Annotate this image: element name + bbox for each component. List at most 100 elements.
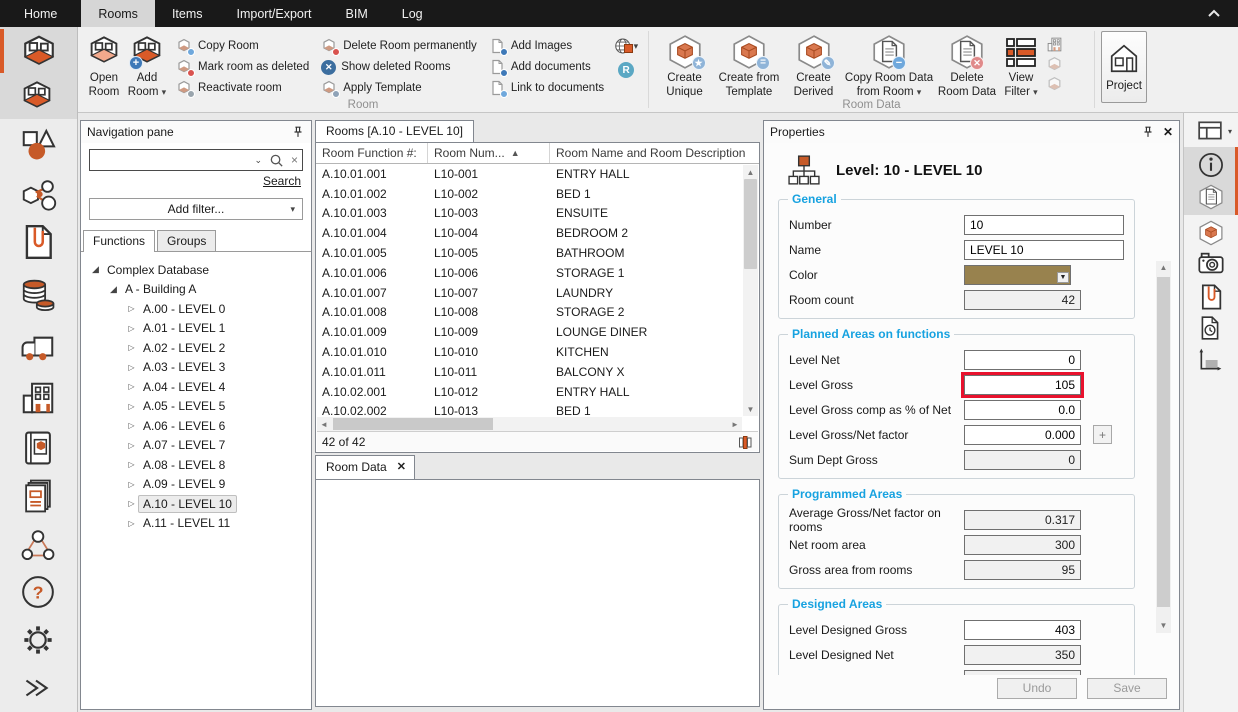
expander-icon[interactable]: ▷ xyxy=(125,499,138,508)
history-button[interactable] xyxy=(1197,315,1225,343)
apply-template-button[interactable]: Apply Template xyxy=(321,79,477,97)
sidebar-item-settings[interactable] xyxy=(19,621,59,661)
tree-item[interactable]: ▷A.01 - LEVEL 1 xyxy=(81,319,311,339)
undo-button[interactable]: Undo xyxy=(997,678,1077,699)
show-deleted-rooms-button[interactable]: ✕ Show deleted Rooms xyxy=(321,58,477,76)
level-gross-comp-input[interactable] xyxy=(964,400,1081,420)
table-row[interactable]: A.10.01.002L10-002BED 1 xyxy=(316,184,759,204)
properties-scrollbar[interactable]: ▲ ▼ xyxy=(1156,261,1171,633)
tab-rooms[interactable]: Rooms xyxy=(81,0,155,27)
images-button[interactable] xyxy=(1197,249,1225,277)
gross-net-factor-input[interactable] xyxy=(964,425,1081,445)
table-row[interactable]: A.10.01.011L10-011BALCONY X xyxy=(316,362,759,382)
scroll-down-icon[interactable]: ▼ xyxy=(743,402,758,416)
expander-icon[interactable]: ▷ xyxy=(125,519,138,528)
tree-item[interactable]: ◢A - Building A xyxy=(81,280,311,300)
expander-icon[interactable]: ▷ xyxy=(125,421,138,430)
table-row[interactable]: A.10.01.008L10-008STORAGE 2 xyxy=(316,303,759,323)
sidebar-expand-button[interactable] xyxy=(19,671,59,711)
scroll-left-icon[interactable]: ◄ xyxy=(317,420,331,429)
tree-item[interactable]: ▷A.00 - LEVEL 0 xyxy=(81,299,311,319)
scrollbar-thumb[interactable] xyxy=(333,418,493,430)
r-status-icon[interactable]: R xyxy=(618,62,634,78)
tree-item[interactable]: ▷A.08 - LEVEL 8 xyxy=(81,455,311,475)
color-dropdown-icon[interactable]: ▼ xyxy=(1057,272,1069,283)
table-row[interactable]: A.10.02.001L10-012ENTRY HALL xyxy=(316,382,759,402)
sidebar-item-finance[interactable] xyxy=(19,275,59,315)
dimensions-button[interactable] xyxy=(1197,347,1225,375)
color-picker[interactable]: ▼ xyxy=(964,265,1071,285)
expander-icon[interactable]: ▷ xyxy=(125,324,138,333)
table-row[interactable]: A.10.01.005L10-005BATHROOM xyxy=(316,243,759,263)
expand-plus-button[interactable]: + xyxy=(1093,425,1112,444)
table-row[interactable]: A.10.01.009L10-009LOUNGE DINER xyxy=(316,322,759,342)
add-filter-dropdown[interactable]: Add filter... ▾ xyxy=(89,198,303,220)
level-designed-gross-input[interactable] xyxy=(964,620,1081,640)
tree-item[interactable]: ▷A.09 - LEVEL 9 xyxy=(81,475,311,495)
tab-items[interactable]: Items xyxy=(155,0,220,27)
table-row[interactable]: A.10.01.004L10-004BEDROOM 2 xyxy=(316,223,759,243)
scroll-up-icon[interactable]: ▲ xyxy=(743,165,758,179)
tab-import-export[interactable]: Import/Export xyxy=(220,0,329,27)
collapse-ribbon-button[interactable] xyxy=(1190,0,1238,27)
level-net-input[interactable] xyxy=(964,350,1081,370)
search-input[interactable] xyxy=(94,153,254,167)
search-clear-icon[interactable]: × xyxy=(291,153,298,167)
create-derived-button[interactable]: ✎ Create Derived xyxy=(784,30,843,99)
pin-icon[interactable] xyxy=(1141,125,1155,139)
scrollbar-thumb[interactable] xyxy=(744,179,757,269)
room-data-tab[interactable]: Room Data ✕ xyxy=(315,455,415,479)
sidebar-item-rooms-alt[interactable] xyxy=(19,79,59,119)
sidebar-item-items[interactable] xyxy=(19,125,59,165)
horizontal-scrollbar[interactable]: ◄ ► xyxy=(317,417,742,431)
expander-icon[interactable]: ◢ xyxy=(107,284,120,295)
tab-groups[interactable]: Groups xyxy=(157,230,216,251)
model-view-button[interactable] xyxy=(1197,219,1225,247)
column-settings-button[interactable] xyxy=(737,434,753,450)
tab-bim[interactable]: BIM xyxy=(329,0,385,27)
column-header-room-name[interactable]: Room Name and Room Description xyxy=(550,143,759,163)
table-row[interactable]: A.10.01.001L10-001ENTRY HALL xyxy=(316,164,759,184)
sidebar-item-products[interactable] xyxy=(19,177,59,217)
sidebar-item-rooms[interactable] xyxy=(19,33,59,73)
expander-icon[interactable]: ▷ xyxy=(125,460,138,469)
sidebar-item-buildings[interactable] xyxy=(19,379,59,419)
table-row[interactable]: A.10.01.010L10-010KITCHEN xyxy=(316,342,759,362)
tree-item[interactable]: ◢Complex Database xyxy=(81,260,311,280)
name-input[interactable] xyxy=(964,240,1124,260)
sidebar-item-reports[interactable] xyxy=(19,477,59,517)
language-globe-button[interactable]: ▾ xyxy=(614,36,638,56)
scroll-up-icon[interactable]: ▲ xyxy=(1160,261,1168,275)
expander-icon[interactable]: ▷ xyxy=(125,382,138,391)
open-room-button[interactable]: Open Room xyxy=(84,30,124,99)
expander-icon[interactable]: ▷ xyxy=(125,441,138,450)
room-data-sheet-button[interactable] xyxy=(1197,183,1225,211)
vertical-scrollbar[interactable]: ▲ ▼ xyxy=(743,165,758,416)
project-button[interactable]: Project xyxy=(1101,31,1147,103)
tab-log[interactable]: Log xyxy=(385,0,440,27)
info-tab-button[interactable] xyxy=(1197,151,1225,179)
attachments-button[interactable] xyxy=(1197,283,1225,311)
table-row[interactable]: A.10.01.006L10-006STORAGE 1 xyxy=(316,263,759,283)
tab-home[interactable]: Home xyxy=(0,0,81,27)
sidebar-item-catalog[interactable] xyxy=(19,429,59,469)
room-refresh-icon[interactable] xyxy=(1046,76,1063,93)
copy-room-button[interactable]: Copy Room xyxy=(176,37,309,55)
delete-room-permanently-button[interactable]: Delete Room permanently xyxy=(321,37,477,55)
reactivate-room-button[interactable]: Reactivate room xyxy=(176,79,309,97)
tree-item[interactable]: ▷A.06 - LEVEL 6 xyxy=(81,416,311,436)
rooms-list-tab[interactable]: Rooms [A.10 - LEVEL 10] xyxy=(315,120,474,142)
search-link[interactable]: Search xyxy=(263,174,301,188)
sidebar-item-logistics[interactable] xyxy=(19,327,59,367)
scrollbar-thumb[interactable] xyxy=(1157,277,1170,607)
save-button[interactable]: Save xyxy=(1087,678,1167,699)
tree-item[interactable]: ▷A.07 - LEVEL 7 xyxy=(81,436,311,456)
tree-item[interactable]: ▷A.11 - LEVEL 11 xyxy=(81,514,311,534)
expander-icon[interactable]: ▷ xyxy=(125,402,138,411)
tree-item[interactable]: ▷A.03 - LEVEL 3 xyxy=(81,358,311,378)
expander-icon[interactable]: ▷ xyxy=(125,363,138,372)
building-list-icon[interactable] xyxy=(1046,36,1063,53)
column-header-room-number[interactable]: Room Num...▲ xyxy=(428,143,550,163)
expander-icon[interactable]: ◢ xyxy=(89,264,102,275)
scroll-down-icon[interactable]: ▼ xyxy=(1160,619,1168,633)
